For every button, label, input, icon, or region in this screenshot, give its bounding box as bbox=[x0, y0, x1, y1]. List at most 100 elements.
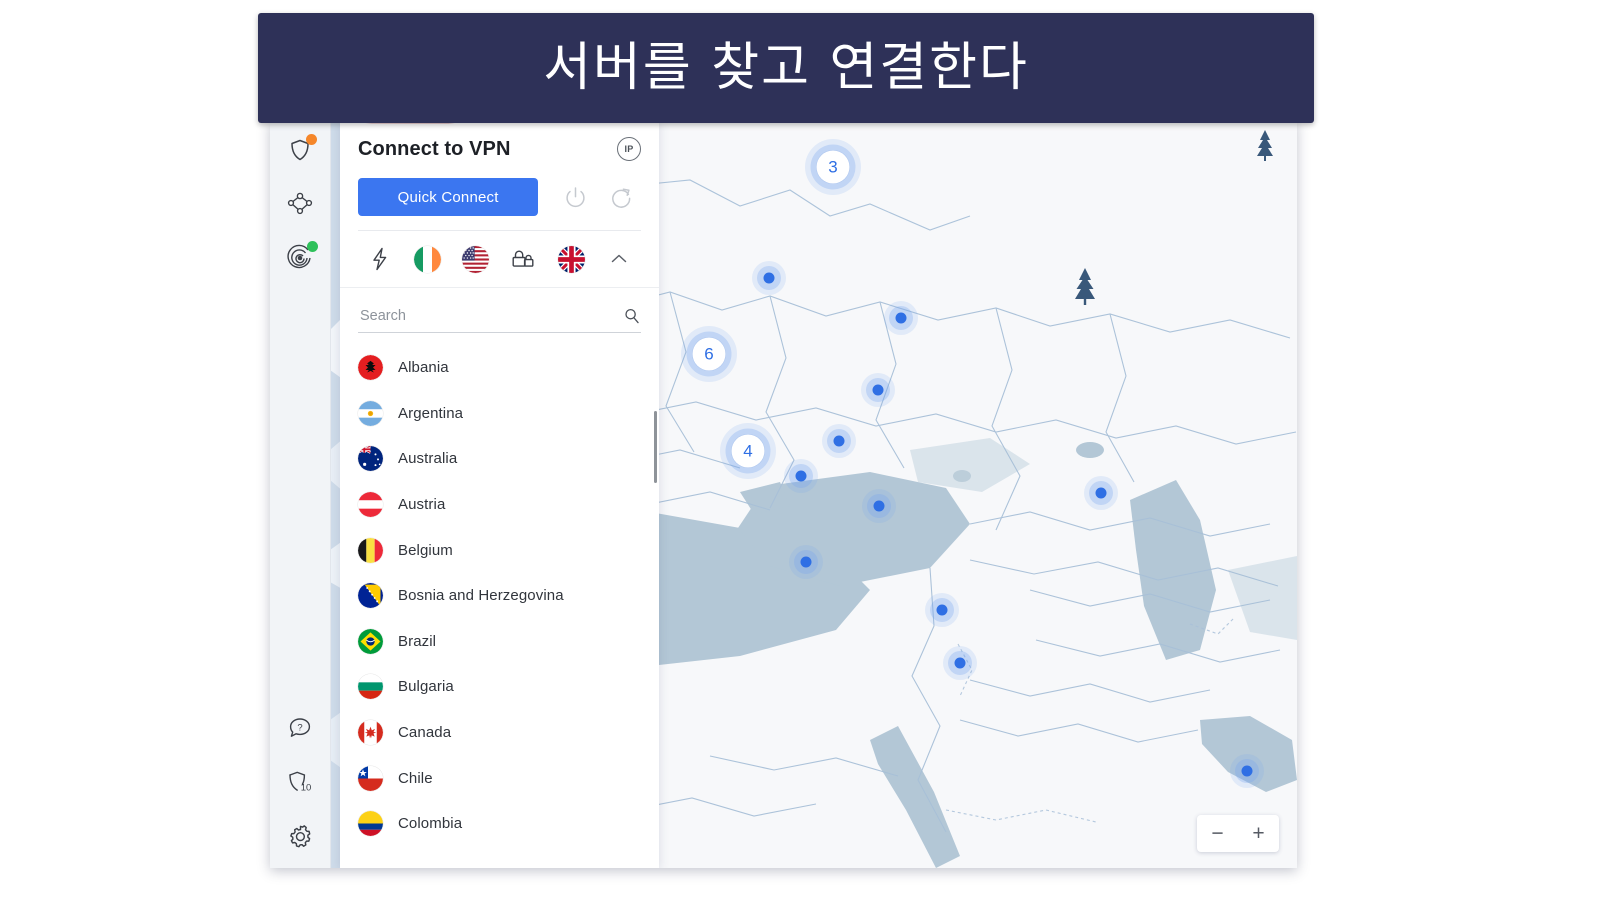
quick-access-row bbox=[340, 231, 659, 288]
flag-al-icon bbox=[358, 355, 383, 381]
threat-status-dot bbox=[306, 134, 317, 145]
quick-access-uk[interactable] bbox=[547, 245, 595, 273]
flag-ba-icon bbox=[358, 583, 383, 609]
cluster-count: 4 bbox=[731, 434, 765, 468]
marker-dot bbox=[1241, 765, 1253, 777]
search-section bbox=[340, 288, 659, 339]
country-list-item[interactable]: Bulgaria bbox=[340, 664, 659, 710]
map-server-marker[interactable] bbox=[1084, 476, 1118, 510]
flag-be-icon bbox=[358, 537, 383, 563]
double-lock-icon bbox=[512, 250, 534, 267]
shield-count-icon: 10 bbox=[289, 771, 312, 794]
country-list-item[interactable]: Bosnia and Herzegovina bbox=[340, 573, 659, 619]
country-list-item[interactable]: Argentina bbox=[340, 391, 659, 437]
country-name: Albania bbox=[398, 359, 449, 377]
marker-dot bbox=[873, 500, 885, 512]
help-chat-icon: ? bbox=[289, 718, 311, 737]
quick-access-collapse[interactable] bbox=[595, 248, 643, 270]
country-name: Brazil bbox=[398, 632, 437, 650]
country-list-item[interactable]: Canada bbox=[340, 710, 659, 756]
search-box[interactable] bbox=[358, 300, 641, 333]
ip-badge[interactable]: IP bbox=[617, 137, 641, 161]
marker-dot bbox=[936, 604, 948, 616]
flag-cl-icon bbox=[358, 765, 383, 791]
search-input[interactable] bbox=[358, 307, 623, 325]
quick-access-ireland[interactable] bbox=[404, 245, 452, 273]
connect-to-vpn-panel: Connect to VPN IP Quick Connect Search A… bbox=[340, 120, 659, 868]
marker-dot bbox=[800, 556, 812, 568]
country-name: Colombia bbox=[398, 815, 463, 833]
svg-text:?: ? bbox=[297, 723, 302, 734]
country-name: Bosnia and Herzegovina bbox=[398, 587, 564, 605]
flag-at-icon bbox=[358, 492, 383, 518]
map-server-marker[interactable] bbox=[862, 489, 896, 523]
country-name: Bulgaria bbox=[398, 678, 454, 696]
flag-ar-icon bbox=[358, 400, 383, 426]
panel-title-row: Connect to VPN IP bbox=[358, 134, 641, 164]
country-name: Argentina bbox=[398, 404, 464, 422]
marker-dot bbox=[895, 312, 907, 324]
country-list[interactable]: Albania Argentina Australia Austria Belg… bbox=[340, 339, 659, 868]
map-server-marker[interactable] bbox=[1230, 754, 1264, 788]
sidebar-item-dark-web-monitor[interactable] bbox=[270, 236, 330, 280]
flag-ireland-icon bbox=[414, 245, 442, 273]
protection-count-text: 10 bbox=[301, 783, 312, 794]
marker-dot bbox=[763, 272, 775, 284]
country-list-scrollbar[interactable] bbox=[654, 411, 657, 483]
dark-web-status-dot bbox=[307, 241, 318, 252]
lightning-icon bbox=[373, 247, 387, 271]
sidebar-item-help[interactable]: ? bbox=[270, 706, 330, 750]
zoom-in-button[interactable]: + bbox=[1246, 823, 1270, 844]
refresh-icon bbox=[611, 187, 631, 208]
gear-icon bbox=[289, 824, 310, 847]
map-server-marker[interactable] bbox=[943, 646, 977, 680]
country-list-item[interactable]: Albania bbox=[340, 345, 659, 391]
country-name: Belgium bbox=[398, 541, 453, 559]
map-server-marker[interactable] bbox=[784, 459, 818, 493]
map-server-marker[interactable] bbox=[925, 593, 959, 627]
sidebar-item-settings[interactable] bbox=[270, 814, 330, 858]
left-icon-rail: ? 10 bbox=[270, 120, 331, 868]
quick-access-usa[interactable] bbox=[452, 245, 500, 273]
flag-au-icon bbox=[358, 446, 383, 472]
map-server-marker[interactable] bbox=[861, 373, 895, 407]
map-cluster-marker[interactable]: 6 bbox=[681, 326, 737, 382]
chevron-up-icon bbox=[611, 254, 627, 263]
screenshot-stage: 3 6 4 − + ? 10 Connect to VPN IP Quick C… bbox=[0, 0, 1599, 899]
map-server-marker[interactable] bbox=[752, 261, 786, 295]
map-server-marker[interactable] bbox=[822, 424, 856, 458]
country-name: Canada bbox=[398, 724, 452, 742]
connect-actions-row: Quick Connect bbox=[358, 178, 641, 216]
flag-uk-icon bbox=[557, 245, 585, 273]
map-server-marker[interactable] bbox=[884, 301, 918, 335]
caption-banner: 서버를 찾고 연결한다 bbox=[258, 13, 1314, 123]
sidebar-item-meshnet[interactable] bbox=[270, 182, 330, 226]
marker-dot bbox=[1095, 487, 1107, 499]
country-list-item[interactable]: Austria bbox=[340, 482, 659, 528]
map-zoom-controls[interactable]: − + bbox=[1197, 815, 1279, 852]
flag-br-icon bbox=[358, 628, 383, 654]
map-cluster-marker[interactable]: 4 bbox=[720, 423, 776, 479]
country-list-item[interactable]: Belgium bbox=[340, 527, 659, 573]
quick-connect-button[interactable]: Quick Connect bbox=[358, 178, 539, 216]
country-name: Chile bbox=[398, 769, 433, 787]
mesh-icon bbox=[287, 192, 313, 215]
search-icon[interactable] bbox=[623, 307, 641, 325]
sidebar-item-protection-count[interactable]: 10 bbox=[270, 760, 330, 804]
country-list-item[interactable]: Colombia bbox=[340, 801, 659, 847]
zoom-out-button[interactable]: − bbox=[1205, 823, 1229, 844]
country-name: Austria bbox=[398, 496, 446, 514]
country-list-item[interactable]: Brazil bbox=[340, 619, 659, 665]
quick-access-lightning[interactable] bbox=[356, 246, 404, 272]
quick-access-double-vpn[interactable] bbox=[499, 246, 547, 272]
power-button[interactable] bbox=[556, 178, 595, 216]
marker-dot bbox=[833, 435, 845, 447]
page-title: Connect to VPN bbox=[358, 137, 511, 160]
map-server-marker[interactable] bbox=[789, 545, 823, 579]
country-list-item[interactable]: Chile bbox=[340, 755, 659, 801]
flag-usa-icon bbox=[462, 245, 490, 273]
sidebar-item-threat-protection[interactable] bbox=[270, 128, 330, 172]
map-cluster-marker[interactable]: 3 bbox=[805, 139, 861, 195]
refresh-button[interactable] bbox=[602, 178, 641, 216]
country-list-item[interactable]: Australia bbox=[340, 436, 659, 482]
